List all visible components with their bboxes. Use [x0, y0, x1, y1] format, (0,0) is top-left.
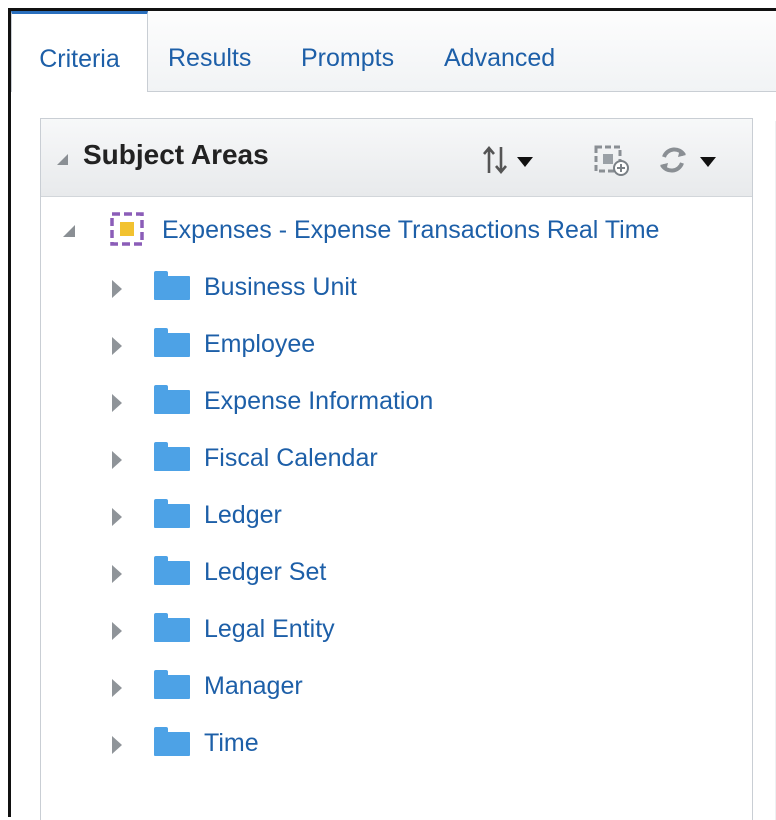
folder-label[interactable]: Legal Entity	[204, 615, 335, 644]
tree-node-folder[interactable]: Fiscal Calendar	[41, 439, 741, 479]
panel-header: Subject Areas	[41, 119, 752, 197]
sort-icon[interactable]	[481, 143, 543, 182]
folder-icon	[154, 670, 190, 699]
folder-label[interactable]: Business Unit	[204, 273, 357, 302]
folder-icon	[154, 556, 190, 585]
analysis-editor: Criteria Results Prompts Advanced Subjec…	[8, 8, 776, 820]
folder-label[interactable]: Ledger	[204, 501, 282, 530]
folder-icon	[154, 727, 190, 756]
tab-criteria[interactable]: Criteria	[11, 11, 148, 92]
tree-node-folder[interactable]: Ledger	[41, 496, 741, 536]
folder-icon	[154, 385, 190, 414]
folder-icon	[154, 613, 190, 642]
folder-label[interactable]: Time	[204, 729, 259, 758]
expand-node-icon[interactable]	[112, 622, 122, 640]
expand-node-icon[interactable]	[112, 280, 122, 298]
tree-node-folder[interactable]: Business Unit	[41, 268, 741, 308]
folder-label[interactable]: Expense Information	[204, 387, 433, 416]
tab-bar: Criteria Results Prompts Advanced	[11, 11, 776, 92]
folder-label[interactable]: Employee	[204, 330, 315, 359]
expand-node-icon[interactable]	[112, 565, 122, 583]
folder-icon	[154, 499, 190, 528]
collapse-panel-icon[interactable]	[57, 154, 68, 165]
panel-title: Subject Areas	[83, 139, 269, 170]
tree-node-folder[interactable]: Ledger Set	[41, 553, 741, 593]
tab-prompts[interactable]: Prompts	[301, 11, 394, 91]
subject-areas-panel: Subject Areas Expenses - Expense Transac…	[40, 118, 753, 820]
folder-icon	[154, 328, 190, 357]
root-node-label[interactable]: Expenses - Expense Transactions Real Tim…	[162, 216, 659, 245]
tree-node-folder[interactable]: Manager	[41, 667, 741, 707]
expand-node-icon[interactable]	[112, 451, 122, 469]
expand-node-icon[interactable]	[112, 337, 122, 355]
tab-advanced[interactable]: Advanced	[444, 11, 555, 91]
refresh-icon[interactable]	[656, 143, 728, 182]
folder-icon	[154, 442, 190, 471]
folder-label[interactable]: Manager	[204, 672, 303, 701]
expand-node-icon[interactable]	[112, 508, 122, 526]
subject-area-icon	[109, 211, 147, 252]
tab-results[interactable]: Results	[168, 11, 251, 91]
expand-node-icon[interactable]	[112, 394, 122, 412]
folder-label[interactable]: Ledger Set	[204, 558, 326, 587]
folder-icon	[154, 271, 190, 300]
folder-label[interactable]: Fiscal Calendar	[204, 444, 378, 473]
expand-node-icon[interactable]	[112, 736, 122, 754]
tree-node-folder[interactable]: Employee	[41, 325, 741, 365]
tree-node-folder[interactable]: Expense Information	[41, 382, 741, 422]
expand-node-icon[interactable]	[112, 679, 122, 697]
tree-node-root[interactable]: Expenses - Expense Transactions Real Tim…	[41, 211, 741, 251]
tree-node-folder[interactable]: Time	[41, 724, 741, 764]
collapse-node-icon[interactable]	[63, 225, 75, 237]
add-subject-area-icon[interactable]	[594, 143, 630, 182]
tree-node-folder[interactable]: Legal Entity	[41, 610, 741, 650]
